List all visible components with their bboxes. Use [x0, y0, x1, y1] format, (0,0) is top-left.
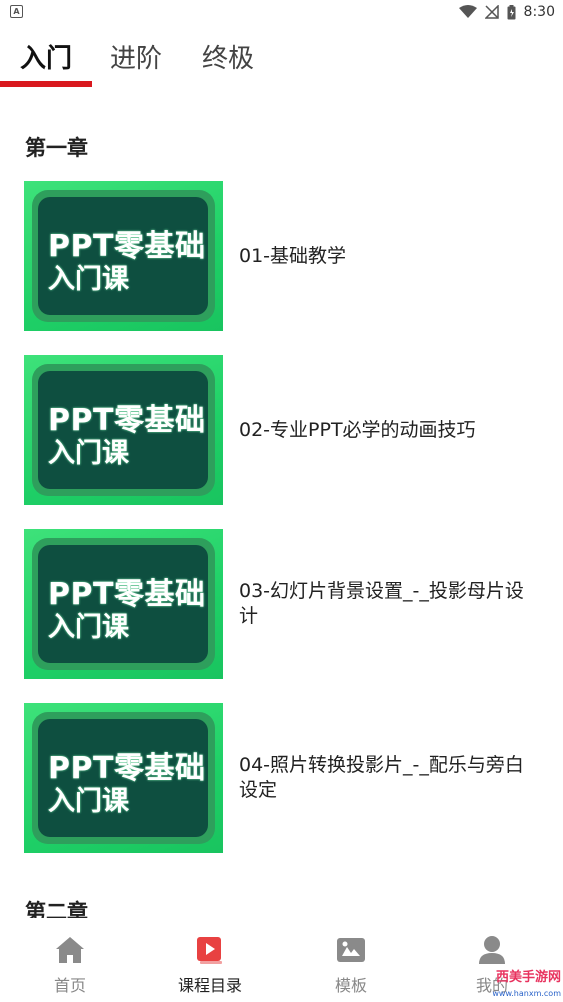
active-tab-indicator — [0, 81, 92, 87]
tab-advanced[interactable]: 进阶 — [110, 38, 162, 75]
battery-icon — [507, 4, 516, 19]
profile-icon — [479, 936, 505, 964]
wifi-icon — [458, 5, 477, 18]
nav-template[interactable]: 模板 — [281, 918, 421, 1002]
lesson-thumbnail: PPT零基础 入门课 — [24, 529, 223, 679]
nav-label: 模板 — [334, 976, 367, 995]
lesson-item[interactable]: PPT零基础 入门课 01-基础教学 — [24, 181, 544, 331]
course-catalog-icon — [197, 937, 222, 964]
lesson-item[interactable]: PPT零基础 入门课 02-专业PPT必学的动画技巧 — [24, 355, 544, 505]
nav-course-catalog[interactable]: 课程目录 — [140, 918, 280, 1002]
watermark-logo: 西美手游网 www.hanxm.com — [492, 970, 561, 998]
lesson-item[interactable]: PPT零基础 入门课 03-幻灯片背景设置_-_投影母片设计 — [24, 529, 544, 679]
lesson-thumbnail: PPT零基础 入门课 — [24, 181, 223, 331]
nav-home[interactable]: 首页 — [0, 918, 140, 1002]
nav-label: 首页 — [53, 976, 86, 995]
status-bar: A 8:30 — [0, 0, 563, 24]
lesson-thumbnail: PPT零基础 入门课 — [24, 355, 223, 505]
lesson-title: 03-幻灯片背景设置_-_投影母片设计 — [239, 580, 524, 627]
home-icon — [56, 937, 84, 963]
tab-ultimate[interactable]: 终极 — [202, 38, 254, 75]
nav-label: 课程目录 — [177, 976, 242, 995]
thumbnail-text: 入门课 — [48, 612, 129, 643]
no-signal-icon — [484, 5, 499, 19]
clock: 8:30 — [523, 4, 555, 20]
level-tabs: 入门 进阶 终极 — [0, 30, 563, 90]
chapter-title: 第一章 — [25, 136, 88, 160]
status-icons: 8:30 — [458, 2, 555, 22]
thumbnail-text: 入门课 — [48, 786, 129, 817]
lesson-title: 04-照片转换投影片_-_配乐与旁白设定 — [239, 754, 524, 801]
lesson-title: 01-基础教学 — [239, 244, 347, 267]
lesson-title: 02-专业PPT必学的动画技巧 — [239, 418, 476, 441]
tab-beginner[interactable]: 入门 — [20, 38, 72, 75]
lesson-thumbnail: PPT零基础 入门课 — [24, 703, 223, 853]
template-icon — [337, 938, 365, 962]
thumbnail-text: 入门课 — [48, 438, 129, 469]
lesson-item[interactable]: PPT零基础 入门课 04-照片转换投影片_-_配乐与旁白设定 — [24, 703, 544, 853]
thumbnail-text: 入门课 — [48, 264, 129, 295]
notification-icon: A — [10, 5, 23, 18]
